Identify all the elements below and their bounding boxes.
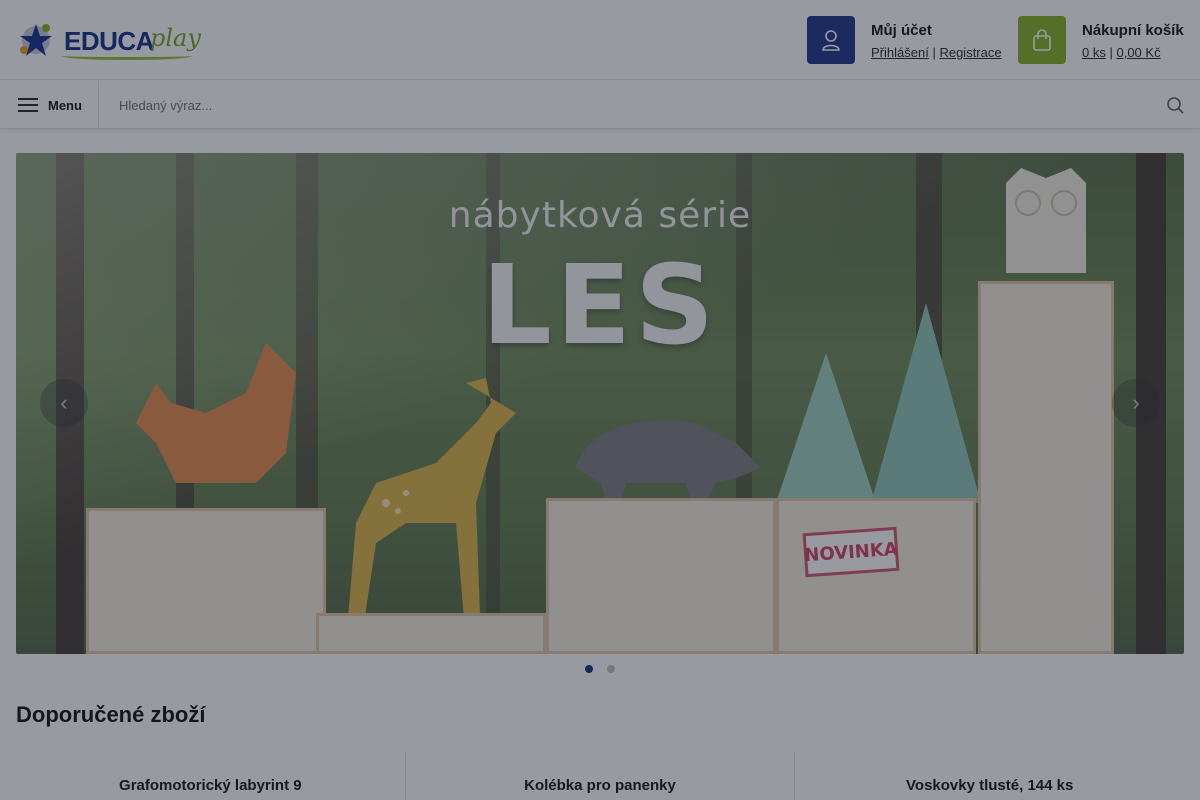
chevron-right-icon: › (1132, 390, 1140, 415)
search-button[interactable] (1160, 93, 1190, 117)
product-card[interactable]: Voskovky tlusté, 144 ks (795, 751, 1185, 800)
product-list: Grafomotorický labyrint 9 Kolébka pro pa… (16, 751, 1185, 800)
product-name[interactable]: Kolébka pro panenky (524, 777, 676, 800)
chevron-left-icon: ‹ (60, 390, 68, 415)
menu-button[interactable]: Menu (0, 81, 99, 129)
slider-dot-2[interactable] (607, 665, 615, 673)
account-title: Můj účet (871, 22, 932, 39)
cart-info: Nákupní košík 0 ks | 0,00 Kč (1082, 22, 1184, 60)
account-button[interactable] (807, 16, 855, 64)
cart-count-link[interactable]: 0 ks (1082, 45, 1106, 60)
cart-title: Nákupní košík (1082, 22, 1184, 39)
section-title: Doporučené zboží (16, 702, 206, 727)
product-name[interactable]: Voskovky tlusté, 144 ks (906, 777, 1073, 800)
slider-next-button[interactable]: › (1112, 379, 1160, 427)
cart-separator: | (1109, 45, 1113, 60)
slider-dot-1[interactable] (585, 665, 593, 673)
slider-prev-button[interactable]: ‹ (40, 379, 88, 427)
shopping-bag-icon (1033, 29, 1051, 51)
banner-veil (16, 153, 1184, 654)
hero-banner[interactable]: nábytková série LES NOVINKA ‹ › (16, 153, 1184, 654)
cart-total-link[interactable]: 0,00 Kč (1116, 45, 1160, 60)
product-name[interactable]: Grafomotorický labyrint 9 (119, 777, 302, 800)
user-icon (822, 30, 840, 51)
product-card[interactable]: Grafomotorický labyrint 9 (16, 751, 405, 800)
slider-dots (0, 665, 1200, 673)
cart-button[interactable] (1018, 16, 1066, 64)
product-card[interactable]: Kolébka pro panenky (405, 751, 795, 800)
search-icon (1167, 97, 1184, 114)
logo-swoosh (62, 52, 192, 60)
logo[interactable]: EDUCA play (16, 18, 201, 64)
logo-star-icon (20, 24, 52, 56)
hamburger-icon (18, 98, 38, 112)
account-separator: | (932, 45, 936, 60)
logo-suffix: play (150, 24, 201, 52)
register-link[interactable]: Registrace (939, 45, 1001, 60)
search-input[interactable] (99, 81, 1159, 129)
site-header: EDUCA play Můj účet Přihlášení | Registr… (0, 0, 1200, 80)
menu-label: Menu (48, 97, 82, 113)
navbar: Menu (0, 81, 1200, 129)
login-link[interactable]: Přihlášení (871, 45, 929, 60)
account-info: Můj účet Přihlášení | Registrace (871, 22, 1002, 60)
